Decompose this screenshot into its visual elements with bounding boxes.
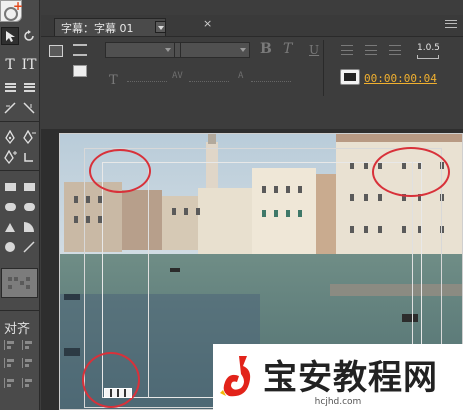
align-top-icon[interactable]	[4, 358, 16, 368]
convert-anchor-icon	[24, 153, 33, 162]
highlight-circle-top-left	[89, 149, 151, 193]
ellipse-tool[interactable]	[1, 238, 19, 256]
watermark-banner: 宝安教程网 hcjhd.com	[213, 344, 463, 410]
tools-divider	[0, 121, 40, 122]
rectangle-tool[interactable]	[1, 178, 19, 196]
leading-value[interactable]	[251, 81, 291, 82]
vertical-path-type-icon	[23, 102, 35, 114]
convert-anchor-tool[interactable]	[20, 148, 38, 166]
title-properties-icon[interactable]	[49, 45, 63, 57]
font-family-select[interactable]	[105, 42, 175, 58]
underline-button[interactable]: U	[309, 43, 319, 57]
vertical-type-tool[interactable]: IT	[20, 56, 38, 74]
font-size-value[interactable]	[127, 81, 167, 82]
title-text-object[interactable]	[104, 388, 132, 398]
pen-plus-icon	[3, 150, 17, 164]
area-type-tool[interactable]	[1, 78, 19, 96]
pen-minus-icon	[22, 130, 36, 144]
vertical-path-type-tool[interactable]	[20, 99, 38, 117]
title-tools-panel: T IT 对齐	[0, 0, 40, 410]
add-anchor-tool[interactable]	[1, 148, 19, 166]
toolbar-divider	[323, 40, 324, 96]
guide-line	[148, 162, 149, 398]
monitor-icon[interactable]	[340, 69, 360, 85]
wedge-icon	[5, 222, 15, 232]
font-style-select[interactable]	[180, 42, 250, 58]
align-center-text-icon[interactable]	[365, 45, 377, 55]
align-left-icon[interactable]	[4, 340, 16, 350]
align-bottom-icon[interactable]	[4, 378, 16, 388]
pen-icon	[5, 130, 15, 144]
background-video-icon[interactable]	[73, 65, 87, 77]
arc-icon	[24, 222, 34, 232]
vertical-area-type-icon	[23, 82, 35, 92]
selection-tool[interactable]	[1, 27, 19, 45]
path-type-icon	[4, 102, 16, 114]
align-middle-icon[interactable]	[22, 358, 34, 368]
wedge-tool[interactable]	[1, 218, 19, 236]
clipped-rectangle-icon	[23, 183, 35, 191]
rotate-icon	[23, 29, 34, 41]
title-tab[interactable]: 字幕：字幕 01	[54, 18, 166, 36]
panel-menu-icon[interactable]	[445, 20, 457, 28]
chevron-down-icon[interactable]	[155, 21, 166, 33]
rounded-rectangle-tool[interactable]	[20, 198, 38, 216]
text-align-menu-icon[interactable]	[73, 44, 87, 56]
app-badge-icon	[0, 0, 23, 22]
clipped-corner-rectangle-tool[interactable]	[20, 178, 38, 196]
rotation-tool[interactable]	[20, 27, 38, 45]
align-right-icon[interactable]	[22, 378, 34, 388]
style-swatch-preview	[1, 268, 38, 298]
path-type-tool[interactable]	[1, 99, 19, 117]
arc-tool[interactable]	[20, 218, 38, 236]
delete-anchor-tool[interactable]	[20, 128, 38, 146]
tab-stops-button[interactable]: 1.0.5	[417, 43, 440, 59]
align-section-label: 对齐	[4, 322, 31, 337]
watermark-url: hcjhd.com	[314, 397, 362, 407]
italic-button[interactable]: T	[283, 41, 292, 57]
building-right-roof	[336, 134, 462, 142]
bell-tower-top	[208, 134, 216, 144]
background-timecode[interactable]: 00:00:00:04	[364, 72, 437, 85]
line-icon	[23, 241, 35, 253]
boat-4	[64, 348, 80, 356]
ellipse-icon	[5, 242, 15, 252]
leading-icon: A	[238, 71, 244, 81]
close-icon[interactable]: ×	[203, 17, 212, 30]
font-size-icon: T	[109, 73, 118, 88]
type-tool[interactable]: T	[1, 56, 19, 74]
align-center-icon[interactable]	[22, 340, 34, 350]
title-properties-toolbar: B T U 1.0.5 T AV A 00:00:00:04	[41, 37, 463, 129]
brand-logo-icon	[220, 356, 251, 397]
kerning-icon: AV	[172, 71, 183, 81]
tools-divider	[0, 170, 40, 171]
pill-icon	[23, 203, 35, 211]
highlight-circle-bottom-left	[82, 352, 140, 408]
rectangle-icon	[4, 183, 16, 191]
rounded-rectangle-icon	[4, 203, 16, 211]
align-left-text-icon[interactable]	[341, 45, 353, 55]
type-tool-label: T	[5, 57, 15, 73]
align-right-text-icon[interactable]	[389, 45, 401, 55]
vertical-area-type-tool[interactable]	[20, 78, 38, 96]
pen-tool[interactable]	[1, 128, 19, 146]
title-panel-header: 字幕：字幕 01 ×	[41, 15, 463, 37]
highlight-circle-top-right	[372, 147, 450, 197]
watermark-brand: 宝安教程网	[263, 358, 438, 398]
vertical-type-tool-label: IT	[21, 57, 37, 73]
bold-button[interactable]: B	[260, 41, 272, 57]
area-type-icon	[4, 82, 16, 92]
arrow-icon	[5, 30, 15, 42]
boat-1	[64, 294, 80, 300]
kerning-value[interactable]	[189, 81, 229, 82]
tools-divider	[0, 310, 40, 311]
rounded-corner-rectangle-tool[interactable]	[1, 198, 19, 216]
line-tool[interactable]	[20, 238, 38, 256]
title-tab-label: 字幕：字幕 01	[61, 21, 134, 35]
